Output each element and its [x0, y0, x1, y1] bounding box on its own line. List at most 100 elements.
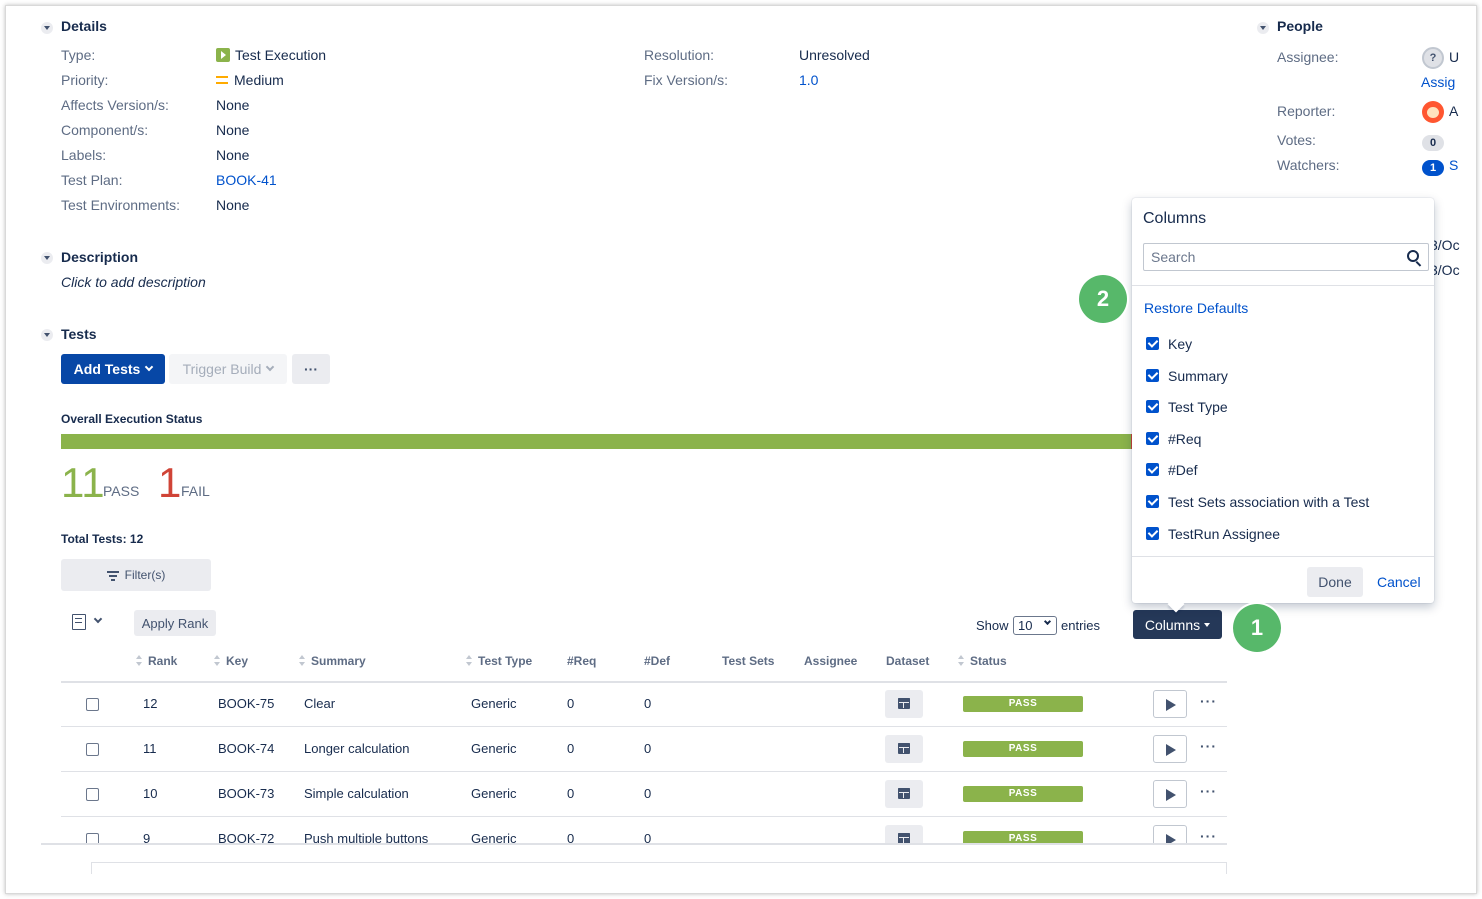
- checkbox-checked-icon[interactable]: [1146, 432, 1159, 445]
- execute-button[interactable]: [1153, 780, 1187, 808]
- add-tests-button[interactable]: Add Tests: [61, 354, 165, 384]
- dropdown-divider: [1132, 285, 1434, 286]
- resolution-label: Resolution:: [644, 47, 715, 63]
- row-checkbox[interactable]: [86, 698, 99, 711]
- row-checkbox[interactable]: [86, 788, 99, 801]
- row-key-link[interactable]: BOOK-75: [218, 696, 274, 711]
- row-key-link[interactable]: BOOK-74: [218, 741, 274, 756]
- table-row: 12 BOOK-75 Clear Generic 0 0 PASS ···: [61, 682, 1227, 727]
- pass-label: PASS: [103, 483, 140, 499]
- execute-button[interactable]: [1153, 825, 1187, 843]
- votes-badge[interactable]: 0: [1422, 133, 1444, 151]
- people-toggle-icon[interactable]: [1257, 22, 1269, 34]
- dataset-button[interactable]: [885, 690, 923, 718]
- tests-toggle-icon[interactable]: [41, 329, 53, 341]
- row-actions-icon[interactable]: ···: [1200, 828, 1217, 843]
- description-placeholder[interactable]: Click to add description: [61, 274, 206, 290]
- checkbox-checked-icon[interactable]: [1146, 463, 1159, 476]
- table-icon: [899, 792, 909, 798]
- total-tests-label: Total Tests: 12: [61, 532, 144, 546]
- components-label: Component/s:: [61, 122, 149, 138]
- sort-icon: [136, 655, 143, 666]
- row-checkbox[interactable]: [86, 743, 99, 756]
- details-toggle-icon[interactable]: [41, 22, 53, 34]
- checkbox-checked-icon[interactable]: [1146, 369, 1159, 382]
- table-icon: [899, 837, 909, 843]
- row-rank: 11: [143, 741, 157, 756]
- column-header-rank[interactable]: Rank: [136, 654, 177, 668]
- table-row: 10 BOOK-73 Simple calculation Generic 0 …: [61, 772, 1227, 817]
- filters-button[interactable]: Filter(s): [61, 559, 211, 591]
- tests-title: Tests: [61, 326, 97, 342]
- type-label: Type:: [61, 47, 96, 63]
- row-summary-link[interactable]: Clear: [304, 696, 335, 711]
- row-checkbox[interactable]: [86, 833, 99, 843]
- row-key-link[interactable]: BOOK-73: [218, 786, 274, 801]
- column-search-input[interactable]: Search: [1143, 243, 1429, 271]
- table-icon: [899, 747, 909, 753]
- test-plan-link[interactable]: BOOK-41: [216, 172, 277, 188]
- execute-button[interactable]: [1153, 690, 1187, 718]
- dataset-button[interactable]: [885, 780, 923, 808]
- description-title: Description: [61, 249, 139, 265]
- reporter-avatar-icon: [1422, 101, 1444, 123]
- row-summary-link[interactable]: Simple calculation: [304, 786, 409, 801]
- trigger-build-button[interactable]: Trigger Build: [169, 354, 287, 384]
- column-header-test-type[interactable]: Test Type: [466, 654, 532, 668]
- checkbox-checked-icon[interactable]: [1146, 337, 1159, 350]
- entries-select[interactable]: 10: [1013, 616, 1057, 635]
- fix-version-link[interactable]: 1.0: [799, 72, 818, 88]
- columns-button[interactable]: Columns: [1133, 610, 1222, 639]
- row-test-type: Generic: [471, 786, 517, 801]
- column-header-key[interactable]: Key: [214, 654, 248, 668]
- apply-rank-button[interactable]: Apply Rank: [134, 610, 216, 636]
- dataset-button[interactable]: [885, 825, 923, 843]
- row-summary-link[interactable]: Push multiple buttons: [304, 831, 428, 843]
- row-summary-link[interactable]: Longer calculation: [304, 741, 410, 756]
- row-key-link[interactable]: BOOK-72: [218, 831, 274, 843]
- row-req: 0: [567, 741, 575, 756]
- chevron-down-icon: [93, 614, 103, 624]
- votes-label: Votes:: [1277, 132, 1316, 148]
- test-plan-label: Test Plan:: [61, 172, 123, 188]
- checkbox-checked-icon[interactable]: [1146, 400, 1159, 413]
- description-toggle-icon[interactable]: [41, 252, 53, 264]
- chevron-down-icon: [266, 362, 275, 372]
- row-req: 0: [567, 831, 575, 845]
- row-rank: 12: [143, 696, 158, 711]
- view-options-button[interactable]: [72, 614, 104, 632]
- column-header-summary[interactable]: Summary: [299, 654, 366, 668]
- checkbox-checked-icon[interactable]: [1146, 527, 1159, 540]
- row-actions-icon[interactable]: ···: [1200, 693, 1217, 709]
- unassigned-avatar-icon: ?: [1422, 47, 1444, 69]
- more-actions-button[interactable]: ···: [292, 354, 330, 384]
- restore-defaults-link[interactable]: Restore Defaults: [1144, 300, 1248, 316]
- watchers-label: Watchers:: [1277, 157, 1340, 173]
- row-actions-icon[interactable]: ···: [1200, 738, 1217, 754]
- dataset-button[interactable]: [885, 735, 923, 763]
- pass-count: 11: [61, 459, 105, 506]
- row-test-type: Generic: [471, 831, 517, 845]
- row-def: 0: [644, 696, 652, 711]
- dropdown-title: Columns: [1143, 210, 1207, 227]
- test-execution-icon: [216, 48, 230, 62]
- row-def: 0: [644, 831, 652, 845]
- execute-button[interactable]: [1153, 735, 1187, 763]
- watchers-link[interactable]: S: [1449, 157, 1458, 173]
- cancel-button[interactable]: Cancel: [1377, 574, 1421, 590]
- assign-to-me-link[interactable]: Assig: [1421, 74, 1455, 90]
- column-header-status[interactable]: Status: [958, 654, 1007, 668]
- row-actions-icon[interactable]: ···: [1200, 783, 1217, 799]
- affects-version-value: None: [216, 97, 250, 113]
- reporter-label: Reporter:: [1277, 103, 1336, 119]
- done-button[interactable]: Done: [1307, 567, 1363, 597]
- labels-label: Labels:: [61, 147, 107, 163]
- row-def: 0: [644, 741, 652, 756]
- sort-icon: [299, 655, 306, 666]
- lower-panel-edge: [91, 862, 1227, 874]
- show-label: Show: [976, 618, 1009, 633]
- watchers-badge[interactable]: 1: [1422, 158, 1444, 176]
- overall-status-label: Overall Execution Status: [61, 412, 203, 426]
- checkbox-checked-icon[interactable]: [1146, 495, 1159, 508]
- row-req: 0: [567, 696, 575, 711]
